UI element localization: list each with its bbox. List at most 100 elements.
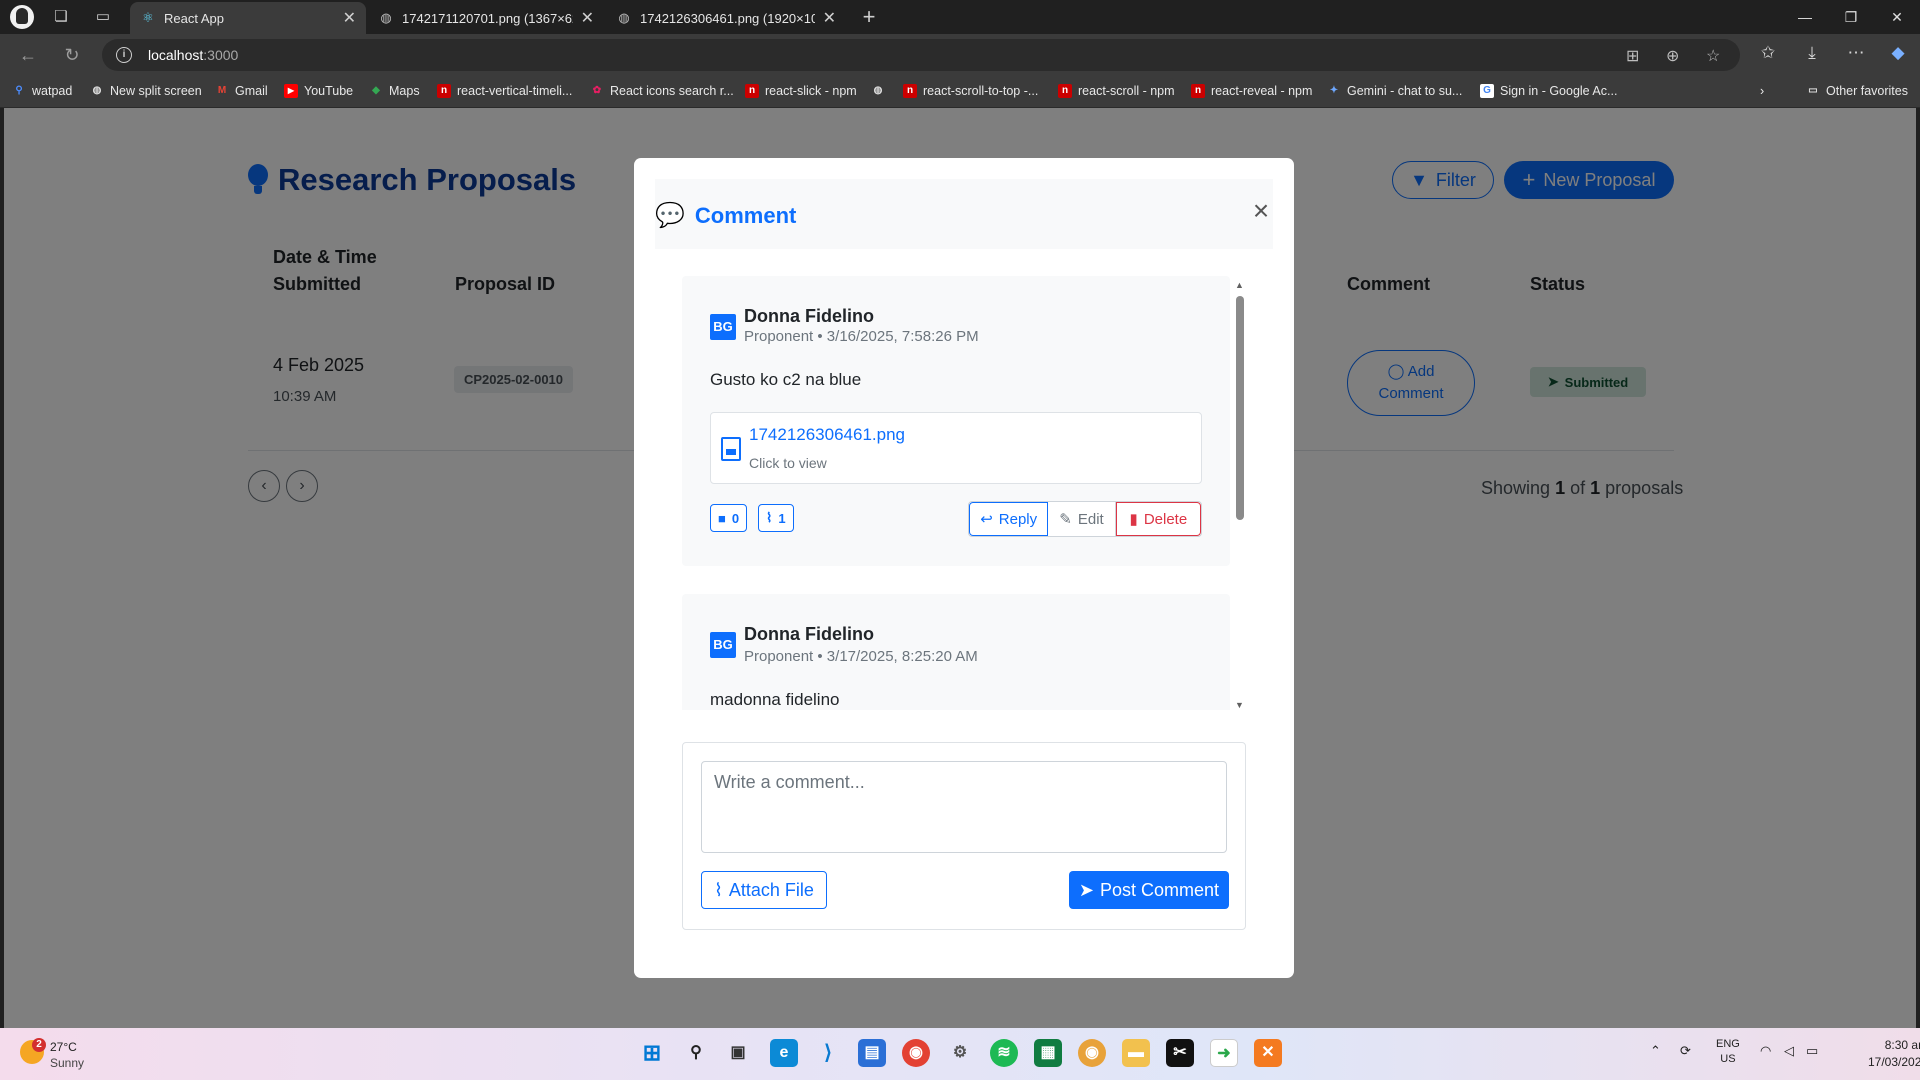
info-icon[interactable]: i (116, 47, 132, 63)
reply-count: 0 (731, 510, 740, 526)
scrollbar-thumb[interactable] (1236, 296, 1244, 520)
attach-file-label: Attach File (728, 879, 814, 900)
bookmark-item[interactable]: ✿ React icons search r... (590, 84, 734, 98)
close-icon[interactable]: × (1249, 197, 1273, 225)
restore-icon[interactable]: ❐ (1828, 0, 1874, 34)
bookmark-label: New split screen (110, 84, 202, 98)
globe-icon: ◍ (618, 10, 630, 25)
zoom-icon[interactable]: ⊕ (1666, 46, 1679, 66)
bookmark-item[interactable]: n react-vertical-timeli... (437, 84, 572, 98)
delete-button[interactable]: ▮ Delete (1115, 502, 1201, 536)
scroll-down-icon[interactable]: ▼ (1235, 700, 1244, 710)
other-favorites[interactable]: ▭ Other favorites (1806, 84, 1908, 98)
search-icon: ⚲ (15, 85, 23, 96)
bookmark-item[interactable]: n react-scroll - npm (1058, 84, 1175, 98)
bookmark-item[interactable]: M Gmail (215, 84, 268, 98)
file-explorer-icon[interactable]: ▬ (1122, 1039, 1150, 1067)
post-comment-button[interactable]: ➤ Post Comment (1069, 871, 1229, 909)
bookmark-item[interactable]: n react-reveal - npm (1191, 84, 1312, 98)
clock[interactable]: 8:30 am 17/03/2025 (1868, 1037, 1920, 1071)
capcut-icon[interactable]: ✂ (1166, 1039, 1194, 1067)
bookmark-item[interactable]: n react-scroll-to-top -... (903, 84, 1038, 98)
edge-icon[interactable]: e (770, 1039, 798, 1067)
address-bar[interactable]: i localhost:3000 ⊞ ⊕ ☆ (102, 39, 1740, 71)
gmail-icon: M (217, 85, 227, 96)
globe-icon: ◍ (873, 85, 883, 96)
bookmark-item[interactable]: ⚲ watpad (12, 84, 72, 98)
favorites-icon[interactable]: ✩ (1756, 43, 1780, 63)
bookmark-label: react-slick - npm (765, 84, 857, 98)
folder-icon: ▭ (1808, 85, 1818, 96)
bookmark-label: react-scroll - npm (1078, 84, 1175, 98)
attach-file-button[interactable]: ⌇ Attach File (701, 871, 827, 909)
bookmark-item[interactable]: ◆ Maps (369, 84, 419, 98)
reply-count-badge[interactable]: ■ 0 (710, 504, 748, 532)
window-close-icon[interactable]: ✕ (1874, 0, 1920, 34)
close-icon[interactable]: ✕ (823, 8, 836, 28)
language-line2: US (1720, 1053, 1736, 1065)
bookmarks-overflow-icon[interactable]: › (1760, 84, 1764, 98)
app-icon[interactable]: ▦ (1034, 1039, 1062, 1067)
bookmark-item[interactable]: ◍ New split screen (90, 84, 202, 98)
new-tab-icon[interactable]: + (860, 6, 878, 28)
bookmark-item[interactable]: ✦ Gemini - chat to su... (1327, 84, 1463, 98)
bookmark-label: Sign in - Google Ac... (1500, 84, 1618, 98)
store-icon[interactable]: ▤ (858, 1039, 886, 1067)
profile-avatar[interactable] (10, 5, 34, 29)
downloader-icon[interactable]: ➜ (1210, 1039, 1238, 1067)
refresh-icon[interactable]: ↻ (60, 43, 84, 67)
trash-icon: ▮ (1129, 511, 1138, 528)
weather-badge: 2 (32, 1038, 46, 1052)
sync-icon[interactable]: ⟳ (1680, 1043, 1691, 1059)
youtube-icon: ▶ (284, 84, 298, 98)
chrome-profile-icon[interactable]: ◉ (1078, 1039, 1106, 1067)
task-view-icon[interactable]: ▣ (724, 1039, 752, 1067)
close-icon[interactable]: ✕ (343, 8, 356, 28)
volume-icon[interactable]: ◁ (1784, 1043, 1794, 1059)
bookmark-item[interactable]: ▶ YouTube (284, 84, 353, 98)
chrome-icon[interactable]: ◉ (902, 1039, 930, 1067)
clock-time: 8:30 am (1884, 1038, 1920, 1052)
comment-author: Donna Fidelino (744, 624, 874, 644)
start-icon[interactable]: ⊞ (638, 1039, 666, 1067)
wifi-icon[interactable]: ◠ (1760, 1043, 1771, 1059)
attachment-name: 1742126306461.png (749, 425, 905, 444)
minimize-icon[interactable]: — (1782, 0, 1828, 34)
back-icon[interactable]: ← (16, 43, 40, 67)
chevron-up-icon[interactable]: ⌃ (1650, 1043, 1661, 1059)
tab-image-1[interactable]: ◍ 1742171120701.png (1367×62) ✕ (368, 2, 604, 34)
bookmark-item[interactable]: n react-slick - npm (745, 84, 857, 98)
tab-image-2[interactable]: ◍ 1742126306461.png (1920×1080) ✕ (606, 2, 846, 34)
comment-meta: Proponent • 3/17/2025, 8:25:20 AM (744, 648, 978, 665)
close-icon[interactable]: ✕ (581, 8, 594, 28)
modal-title: 💬 Comment (655, 201, 796, 230)
more-options-icon[interactable]: ⋯ (1844, 43, 1868, 63)
copilot-icon[interactable]: ◆ (1886, 43, 1910, 63)
edit-button[interactable]: ✎ Edit (1048, 502, 1116, 536)
bookmark-item[interactable]: ◍ (871, 84, 885, 98)
favorite-star-icon[interactable]: ☆ (1706, 46, 1720, 66)
workspaces-icon[interactable]: ❏ (52, 8, 70, 26)
spotify-icon[interactable]: ≋ (990, 1039, 1018, 1067)
reply-button[interactable]: ↩ Reply (969, 502, 1049, 536)
vscode-icon[interactable]: ⟩ (814, 1039, 842, 1067)
language-indicator[interactable]: ENG US (1716, 1037, 1740, 1067)
tab-actions-icon[interactable]: ▭ (94, 8, 112, 26)
comments-icon: 💬 (655, 202, 685, 229)
attachment-count-badge[interactable]: ⌇ 1 (758, 504, 794, 532)
xampp-icon[interactable]: ✕ (1254, 1039, 1282, 1067)
comment-input[interactable] (701, 761, 1227, 853)
comments-list[interactable]: BG Donna Fidelino Proponent • 3/16/2025,… (682, 276, 1248, 710)
tab-react-app[interactable]: ⚛ React App ✕ (130, 2, 366, 34)
settings-icon[interactable]: ⚙ (946, 1039, 974, 1067)
comments-scrollbar[interactable]: ▲ ▼ (1232, 280, 1246, 710)
bookmark-label: Other favorites (1826, 84, 1908, 98)
globe-icon: ◍ (380, 10, 392, 25)
app-available-icon[interactable]: ⊞ (1626, 46, 1639, 66)
attachment-link[interactable]: 1742126306461.png Click to view (710, 412, 1202, 484)
bookmark-item[interactable]: G Sign in - Google Ac... (1480, 84, 1617, 98)
scroll-up-icon[interactable]: ▲ (1235, 280, 1244, 290)
battery-icon[interactable]: ▭ (1806, 1043, 1818, 1059)
search-icon[interactable]: ⚲ (682, 1039, 710, 1067)
downloads-icon[interactable]: ⤓ (1800, 43, 1824, 63)
